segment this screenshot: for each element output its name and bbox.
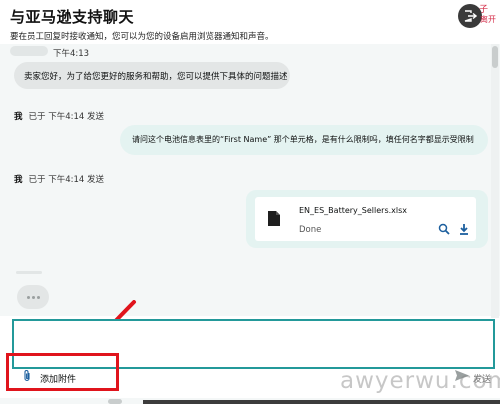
sender-name: 我 [14, 112, 23, 122]
message-meta: 我已于 下午4:14 发送 [14, 173, 104, 185]
page-title: 与亚马逊支持聊天 [10, 8, 135, 26]
sent-time: 已于 下午4:14 发送 [28, 175, 105, 185]
typing-dot [37, 296, 40, 299]
zoom-icon[interactable] [438, 223, 450, 235]
typing-dot [32, 296, 35, 299]
typing-dot [27, 296, 30, 299]
exit-icon [464, 10, 477, 22]
agent-message-bubble: 卖家您好，为了给您更好的服务和帮助，您可以提供下具体的问题描述 [14, 62, 290, 89]
sender-name: 我 [14, 175, 23, 185]
add-attachment-button[interactable]: 添加附件 [40, 372, 76, 385]
attachment-card[interactable]: EN_ES_Battery_Sellers.xlsx Done [255, 197, 476, 241]
sent-time: 已于 下午4:14 发送 [28, 112, 105, 122]
watermark: awyerwu.com [340, 368, 500, 394]
attachment-file-name: EN_ES_Battery_Sellers.xlsx [299, 206, 408, 215]
typing-indicator [17, 285, 49, 309]
message-meta: 我已于 下午4:14 发送 [14, 110, 104, 122]
exit-label[interactable]: 离开 [480, 14, 496, 25]
user-message-text: 请问这个电池信息表里的“First Name” 那个单元格，是有什么限制吗，填任… [132, 135, 474, 144]
agent-message-text: 卖家您好，为了给您更好的服务和帮助，您可以提供下具体的问题描述 [24, 72, 288, 82]
attachment-status: Done [299, 225, 322, 235]
file-icon [268, 211, 280, 226]
bottom-scroll-track[interactable] [143, 400, 500, 404]
chat-header: 与亚马逊支持聊天 要在员工回复时接收通知，您可以为您的设备启用浏览器通知和声音。… [0, 0, 500, 44]
chat-scrollbar-thumb[interactable] [492, 46, 498, 68]
notification-hint: 要在员工回复时接收通知，您可以为您的设备启用浏览器通知和声音。 [10, 32, 274, 42]
agent-avatar [10, 46, 48, 56]
user-message-bubble: 请问这个电池信息表里的“First Name” 那个单元格，是有什么限制吗，填任… [120, 125, 488, 155]
message-time: 下午4:13 [53, 49, 90, 59]
download-icon[interactable] [458, 223, 470, 235]
paperclip-icon[interactable] [22, 369, 32, 382]
chat-scrollbar[interactable] [491, 44, 499, 318]
agent-avatar [16, 271, 42, 274]
bottom-scroll-thumb[interactable] [108, 399, 122, 404]
